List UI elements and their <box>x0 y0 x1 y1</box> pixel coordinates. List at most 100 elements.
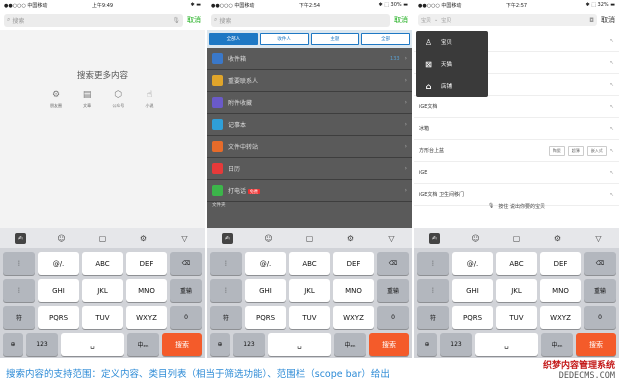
settings-icon[interactable]: ⚙ <box>552 233 563 244</box>
language-key[interactable]: 中ₑₙ <box>541 333 573 356</box>
letter-key[interactable]: PQRS <box>245 306 286 329</box>
backspace-key[interactable]: ⌫ <box>170 252 202 275</box>
folder-row[interactable]: 重要联系人 › <box>207 70 412 92</box>
number-key[interactable]: 123 <box>233 333 265 356</box>
search-key[interactable]: 搜索 <box>369 333 409 356</box>
side-key[interactable]: ⋮ <box>3 279 35 302</box>
space-key[interactable]: ␣ <box>61 333 124 356</box>
backspace-key[interactable]: ⌫ <box>377 252 409 275</box>
globe-icon[interactable]: ⊕ <box>210 333 230 356</box>
category-moments[interactable]: ⚙ 朋友圈 <box>50 90 62 109</box>
number-key[interactable]: 123 <box>440 333 472 356</box>
folder-row[interactable]: 日历 › <box>207 158 412 180</box>
letter-key[interactable]: @/. <box>245 252 286 275</box>
side-key[interactable]: 重输 <box>584 279 616 302</box>
popup-item-baobei[interactable]: ♙ 宝贝 <box>416 31 488 53</box>
settings-icon[interactable]: ⚙ <box>138 233 149 244</box>
chevron-down-icon[interactable]: ⌄ <box>434 17 438 23</box>
clipboard-icon[interactable]: ▢ <box>304 233 315 244</box>
letter-key[interactable]: TUV <box>289 306 330 329</box>
fill-arrow-icon[interactable]: ↖ <box>610 38 614 44</box>
emoji-icon[interactable]: ☺ <box>470 233 481 244</box>
folder-row[interactable]: 打电话 免费 › <box>207 180 412 202</box>
side-key[interactable]: ⋮ <box>417 279 449 302</box>
language-key[interactable]: 中ₑₙ <box>127 333 159 356</box>
search-input[interactable]: ⌕ 搜索 <box>211 13 390 27</box>
collapse-icon[interactable]: ▽ <box>593 233 604 244</box>
voice-hint[interactable]: 🎙 按住 说出你要的宝贝 <box>414 200 619 212</box>
settings-icon[interactable]: ⚙ <box>345 233 356 244</box>
category-novels[interactable]: ☝ 小说 <box>144 90 155 109</box>
handwriting-icon[interactable]: ✍ <box>429 232 440 244</box>
suggestion-row[interactable]: 冰箱 ↖ <box>414 118 619 140</box>
handwriting-icon[interactable]: ✍ <box>15 232 26 244</box>
backspace-key[interactable]: ⌫ <box>584 252 616 275</box>
search-key[interactable]: 搜索 <box>162 333 202 356</box>
letter-key[interactable]: GHI <box>245 279 286 302</box>
letter-key[interactable]: JKL <box>496 279 537 302</box>
letter-key[interactable]: MNO <box>540 279 581 302</box>
side-key[interactable]: 0 <box>377 306 409 329</box>
folder-row[interactable]: 附件收藏 › <box>207 92 412 114</box>
letter-key[interactable]: WXYZ <box>540 306 581 329</box>
clipboard-icon[interactable]: ▢ <box>511 233 522 244</box>
letter-key[interactable]: DEF <box>333 252 374 275</box>
folder-row[interactable]: 收件箱 133 › <box>207 48 412 70</box>
folder-row[interactable]: 记事本 › <box>207 114 412 136</box>
fill-arrow-icon[interactable]: ↖ <box>610 60 614 66</box>
scope-tab[interactable]: 全部人 <box>209 33 258 45</box>
side-key[interactable]: 0 <box>170 306 202 329</box>
letter-key[interactable]: GHI <box>452 279 493 302</box>
letter-key[interactable]: @/. <box>452 252 493 275</box>
letter-key[interactable]: TUV <box>496 306 537 329</box>
filter-chip[interactable]: 超薄 <box>567 145 584 156</box>
side-key[interactable]: 0 <box>584 306 616 329</box>
side-key[interactable]: 符 <box>210 306 242 329</box>
fill-arrow-icon[interactable]: ↖ <box>610 192 614 198</box>
letter-key[interactable]: MNO <box>333 279 374 302</box>
handwriting-icon[interactable]: ✍ <box>222 232 233 244</box>
popup-item-shop[interactable]: ⌂ 店铺 <box>416 75 488 97</box>
fill-arrow-icon[interactable]: ↖ <box>610 104 614 110</box>
category-official-accounts[interactable]: ⬡ 公众号 <box>112 90 124 109</box>
letter-key[interactable]: JKL <box>289 279 330 302</box>
side-key[interactable]: ⋮ <box>417 252 449 275</box>
emoji-icon[interactable]: ☺ <box>263 233 274 244</box>
fill-arrow-icon[interactable]: ↖ <box>610 82 614 88</box>
cancel-button[interactable]: 取消 <box>394 15 408 25</box>
letter-key[interactable]: JKL <box>82 279 123 302</box>
filter-chip[interactable]: 陶瓷 <box>548 145 565 156</box>
camera-icon[interactable]: ◘ <box>589 17 594 24</box>
letter-key[interactable]: MNO <box>126 279 167 302</box>
popup-item-tmall[interactable]: ⊠ 天猫 <box>416 53 488 75</box>
letter-key[interactable]: ABC <box>82 252 123 275</box>
side-key[interactable]: ⋮ <box>210 252 242 275</box>
side-key[interactable]: 符 <box>3 306 35 329</box>
suggestion-row[interactable]: iGE文档 ↖ <box>414 96 619 118</box>
fill-arrow-icon[interactable]: ↖ <box>610 148 614 154</box>
microphone-icon[interactable]: 🎙 <box>172 17 180 24</box>
letter-key[interactable]: DEF <box>126 252 167 275</box>
collapse-icon[interactable]: ▽ <box>179 233 190 244</box>
folder-row[interactable]: 文件中转站 › <box>207 136 412 158</box>
cancel-button[interactable]: 取消 <box>187 15 201 25</box>
scope-dropdown[interactable]: 宝贝 <box>421 17 431 24</box>
space-key[interactable]: ␣ <box>475 333 538 356</box>
scope-tab[interactable]: 收件人 <box>259 33 309 45</box>
side-key[interactable]: 重输 <box>170 279 202 302</box>
language-key[interactable]: 中ₑₙ <box>334 333 366 356</box>
cancel-button[interactable]: 取消 <box>601 15 615 25</box>
globe-icon[interactable]: ⊕ <box>417 333 437 356</box>
emoji-icon[interactable]: ☺ <box>56 233 67 244</box>
letter-key[interactable]: WXYZ <box>333 306 374 329</box>
category-articles[interactable]: ▤ 文章 <box>82 90 93 109</box>
suggestion-row[interactable]: iGE ↖ <box>414 162 619 184</box>
collapse-icon[interactable]: ▽ <box>386 233 397 244</box>
fill-arrow-icon[interactable]: ↖ <box>610 126 614 132</box>
letter-key[interactable]: @/. <box>38 252 79 275</box>
letter-key[interactable]: ABC <box>496 252 537 275</box>
letter-key[interactable]: GHI <box>38 279 79 302</box>
side-key[interactable]: 符 <box>417 306 449 329</box>
side-key[interactable]: ⋮ <box>210 279 242 302</box>
fill-arrow-icon[interactable]: ↖ <box>610 170 614 176</box>
